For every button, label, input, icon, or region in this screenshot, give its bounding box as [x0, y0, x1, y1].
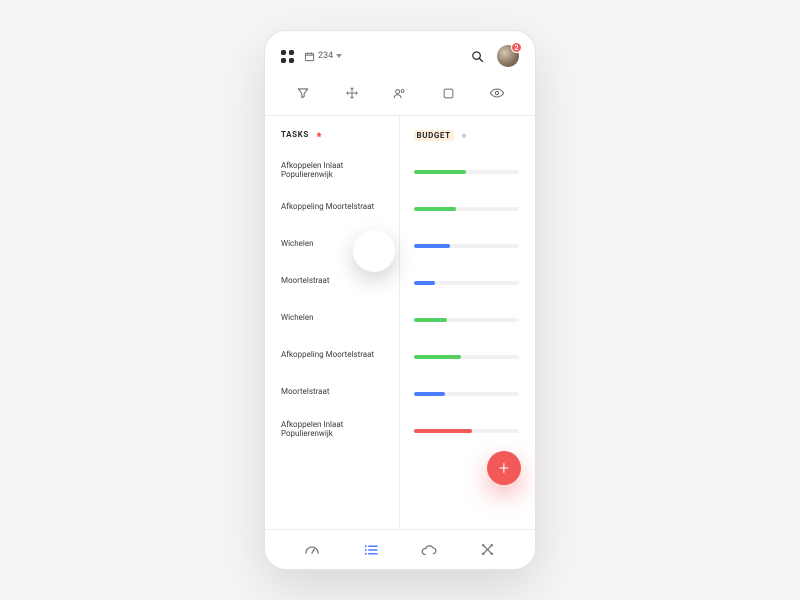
add-button[interactable]: +: [487, 451, 521, 485]
apps-icon[interactable]: [281, 50, 294, 63]
top-bar-right: 2: [469, 45, 519, 67]
budget-row[interactable]: [414, 153, 520, 190]
plus-icon: +: [499, 458, 509, 479]
budget-label: BUDGET: [414, 130, 454, 141]
columns: TASKS Afkoppelen Inlaat Populierenwijk Af…: [265, 116, 535, 529]
users-icon: [392, 86, 407, 101]
progress-bar: [414, 244, 520, 248]
nav-dashboard[interactable]: [301, 539, 323, 561]
app-frame: 234 2: [264, 30, 536, 570]
tool-stop[interactable]: [438, 83, 458, 103]
tools-icon: [479, 541, 496, 558]
eye-icon: [489, 85, 505, 101]
budget-row[interactable]: [414, 301, 520, 338]
task-row[interactable]: Afkoppelen Inlaat Populierenwijk: [281, 410, 387, 447]
progress-bar: [414, 318, 520, 322]
tool-move[interactable]: [342, 83, 362, 103]
pin-icon: [315, 131, 323, 139]
progress-bar: [414, 392, 520, 396]
task-name: Wichelen: [281, 313, 313, 322]
bottom-nav: [265, 529, 535, 569]
budget-row[interactable]: [414, 190, 520, 227]
nav-list[interactable]: [360, 539, 382, 561]
task-name: Moortelstraat: [281, 276, 329, 285]
task-name: Afkoppeling Moortelstraat: [281, 202, 374, 211]
tool-filter[interactable]: [293, 83, 313, 103]
progress-bar: [414, 170, 520, 174]
budget-row[interactable]: [414, 412, 520, 449]
task-name: Afkoppelen Inlaat Populierenwijk: [281, 420, 387, 438]
date-count: 234: [318, 51, 333, 61]
budget-header[interactable]: BUDGET: [414, 130, 520, 141]
progress-bar: [414, 207, 520, 211]
tasks-header[interactable]: TASKS: [281, 130, 387, 139]
date-picker[interactable]: 234: [304, 51, 342, 62]
notification-badge: 2: [511, 42, 522, 53]
list-icon: [362, 541, 380, 559]
pin-icon: [460, 132, 468, 140]
task-row[interactable]: Afkoppelen Inlaat Populierenwijk: [281, 151, 387, 188]
avatar[interactable]: 2: [497, 45, 519, 67]
task-row[interactable]: Afkoppeling Moortelstraat: [281, 188, 387, 225]
task-name: Moortelstraat: [281, 387, 329, 396]
calendar-icon: [304, 51, 315, 62]
funnel-icon: [296, 86, 310, 100]
square-icon: [442, 87, 455, 100]
nav-tools[interactable]: [477, 539, 499, 561]
tasks-column: TASKS Afkoppelen Inlaat Populierenwijk Af…: [265, 116, 399, 529]
chevron-down-icon: [336, 54, 342, 58]
search-button[interactable]: [469, 48, 485, 64]
tasks-label: TASKS: [281, 130, 309, 139]
drag-knob[interactable]: [353, 230, 395, 272]
task-row[interactable]: Wichelen: [281, 299, 387, 336]
top-bar: 234 2: [265, 31, 535, 77]
progress-bar: [414, 281, 520, 285]
progress-bar: [414, 355, 520, 359]
progress-bar: [414, 429, 520, 433]
task-name: Wichelen: [281, 239, 313, 248]
budget-row[interactable]: [414, 227, 520, 264]
budget-row[interactable]: [414, 264, 520, 301]
gauge-icon: [303, 541, 321, 559]
budget-row[interactable]: [414, 338, 520, 375]
tool-visibility[interactable]: [487, 83, 507, 103]
move-icon: [345, 86, 359, 100]
task-name: Afkoppelen Inlaat Populierenwijk: [281, 161, 387, 179]
search-icon: [470, 49, 485, 64]
budget-row[interactable]: [414, 375, 520, 412]
tool-row: [265, 77, 535, 115]
tool-team[interactable]: [390, 83, 410, 103]
top-bar-left: 234: [281, 50, 342, 63]
task-row[interactable]: Afkoppeling Moortelstraat: [281, 336, 387, 373]
task-name: Afkoppeling Moortelstraat: [281, 350, 374, 359]
nav-cloud[interactable]: [418, 539, 440, 561]
task-row[interactable]: Moortelstraat: [281, 373, 387, 410]
cloud-icon: [420, 541, 438, 559]
